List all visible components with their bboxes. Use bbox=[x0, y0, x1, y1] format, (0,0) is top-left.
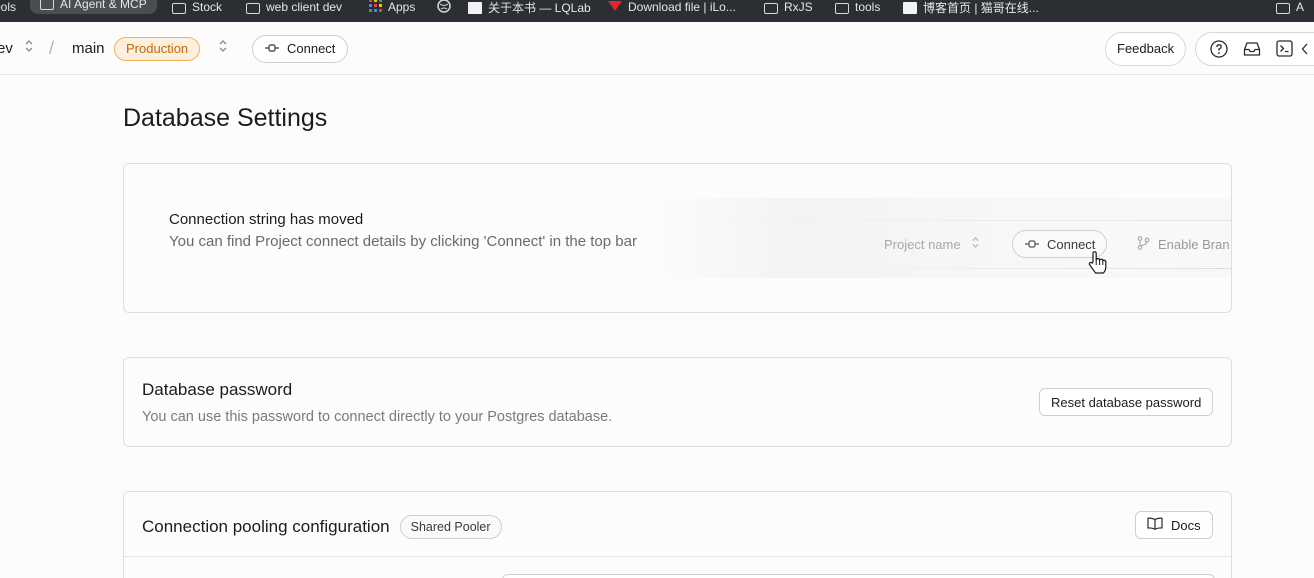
folder-icon bbox=[835, 2, 849, 14]
bookmark-item[interactable]: AI Agent & MCP bbox=[30, 0, 157, 14]
bookmark-label: tools bbox=[855, 0, 881, 14]
plug-icon bbox=[265, 41, 279, 56]
illustration-branch: Enable Bran bbox=[1137, 236, 1230, 253]
chevron-up-down-icon bbox=[24, 39, 34, 58]
bookmark-label: RxJS bbox=[784, 0, 813, 14]
bookmark-item[interactable]: Apps bbox=[369, 0, 415, 22]
apps-grid-icon bbox=[369, 0, 382, 15]
page-title: Database Settings bbox=[123, 104, 328, 132]
bookmark-label: AI Agent & MCP bbox=[60, 0, 147, 11]
project-switcher-chevron[interactable] bbox=[24, 22, 34, 75]
top-header: ev / main Production Connect Feedback bbox=[0, 22, 1314, 75]
illustration-divider bbox=[824, 268, 1231, 269]
connect-label: Connect bbox=[287, 41, 336, 56]
illustration-project-label: Project name bbox=[884, 236, 961, 252]
feedback-button[interactable]: Feedback bbox=[1105, 31, 1187, 66]
environment-badge-wrap: Production bbox=[114, 22, 201, 75]
bookmark-label: web client dev bbox=[266, 0, 343, 14]
branch-name: main bbox=[72, 40, 105, 57]
section-divider bbox=[124, 556, 1231, 557]
docs-button[interactable]: Docs bbox=[1135, 511, 1213, 539]
folder-icon bbox=[172, 2, 186, 14]
pooler-type-badge: Shared Pooler bbox=[399, 515, 502, 539]
bookmark-label: 关于本书 — LQLab bbox=[488, 0, 591, 15]
bookmark-item[interactable]: Stock bbox=[172, 0, 222, 22]
branch-selector[interactable]: main bbox=[72, 22, 105, 75]
illustration-divider bbox=[669, 220, 1231, 221]
folder-icon bbox=[764, 2, 778, 14]
environment-badge: Production bbox=[114, 36, 201, 61]
bookmark-item[interactable]: A bbox=[1276, 0, 1304, 22]
chevron-up-down-icon bbox=[218, 39, 228, 58]
bookmark-item[interactable]: 关于本书 — LQLab bbox=[468, 0, 591, 22]
password-section-description: You can use this password to connect dir… bbox=[142, 409, 613, 425]
terminal-icon[interactable] bbox=[1268, 32, 1301, 66]
bookmark-item[interactable]: tools bbox=[835, 0, 880, 22]
inbox-icon[interactable] bbox=[1235, 32, 1268, 66]
book-icon bbox=[1147, 517, 1163, 533]
bookmark-item[interactable]: web client dev bbox=[246, 0, 342, 22]
folder-icon bbox=[246, 2, 260, 14]
database-password-card: Database password You can use this passw… bbox=[123, 357, 1232, 447]
help-icon[interactable] bbox=[1202, 32, 1235, 66]
chevron-up-down-icon bbox=[971, 236, 980, 252]
breadcrumb-separator: / bbox=[49, 38, 55, 58]
notice-title: Connection string has moved bbox=[169, 211, 364, 228]
illustration-project-name: Project name bbox=[884, 236, 980, 252]
pooling-section-title: Connection pooling configuration bbox=[142, 517, 390, 536]
connect-button[interactable]: Connect bbox=[252, 34, 349, 63]
header-icon-group bbox=[1195, 31, 1314, 66]
pooling-header: Connection pooling configuration Shared … bbox=[142, 515, 502, 539]
bookmark-label: Apps bbox=[388, 0, 416, 14]
project-name: ev bbox=[0, 40, 13, 57]
bookmarks-bar: ools AI Agent & MCP Stock web client dev… bbox=[0, 0, 1314, 22]
red-logo-icon bbox=[608, 0, 622, 14]
page-icon bbox=[903, 2, 917, 14]
branch-switcher-chevron[interactable] bbox=[218, 22, 228, 75]
folder-icon bbox=[1276, 2, 1290, 14]
project-selector[interactable]: ev bbox=[0, 22, 13, 75]
git-branch-icon bbox=[1137, 236, 1150, 253]
bookmark-item[interactable]: 博客首页 | 猫哥在线... bbox=[903, 0, 1039, 22]
bookmark-label: 博客首页 | 猫哥在线... bbox=[923, 0, 1039, 15]
bookmark-item[interactable] bbox=[437, 0, 451, 22]
bookmark-label: Stock bbox=[192, 0, 223, 14]
docs-label: Docs bbox=[1171, 517, 1201, 533]
plug-icon bbox=[1025, 237, 1039, 252]
notice-description: You can find Project connect details by … bbox=[169, 233, 637, 250]
folder-icon bbox=[40, 0, 54, 10]
illustration-branch-label: Enable Bran bbox=[1158, 237, 1230, 252]
globe-icon bbox=[437, 0, 451, 16]
bookmark-label: ools bbox=[0, 0, 17, 14]
connection-notice-card: Connection string has moved You can find… bbox=[123, 163, 1232, 313]
bookmark-label: Download file | iLo... bbox=[628, 0, 736, 14]
chevron-left-icon[interactable] bbox=[1301, 32, 1314, 66]
reset-database-password-button[interactable]: Reset database password bbox=[1039, 388, 1214, 416]
page-icon bbox=[468, 2, 482, 14]
hand-cursor-icon bbox=[1087, 250, 1109, 281]
connection-pooling-card: Connection pooling configuration Shared … bbox=[123, 491, 1232, 578]
pool-mode-input[interactable] bbox=[502, 574, 1215, 578]
password-section-title: Database password bbox=[142, 380, 293, 399]
bookmark-item[interactable]: RxJS bbox=[764, 0, 813, 22]
bookmark-item[interactable]: ools bbox=[0, 0, 16, 22]
bookmark-label: A bbox=[1296, 0, 1305, 14]
bookmark-item[interactable]: Download file | iLo... bbox=[608, 0, 736, 22]
